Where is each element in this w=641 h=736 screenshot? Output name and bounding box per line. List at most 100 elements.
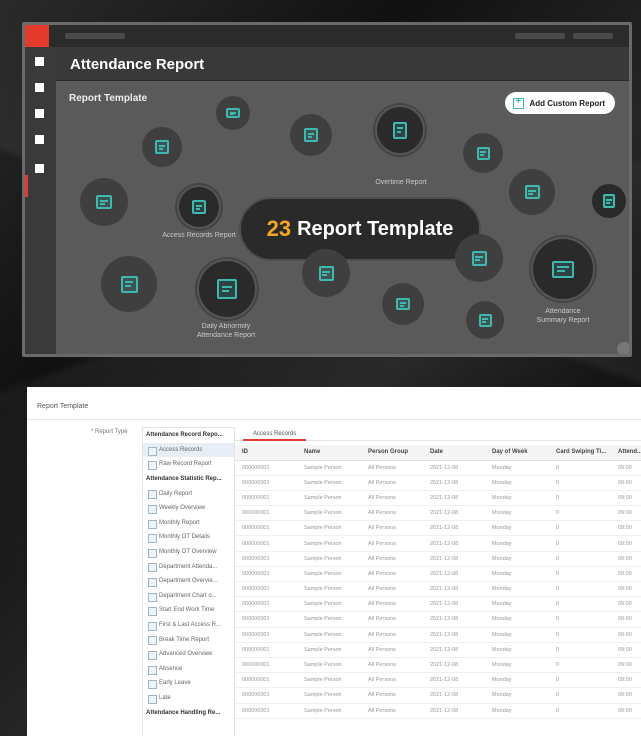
attendance-summary-report-bubble[interactable] bbox=[533, 239, 593, 299]
report-type-label: * Report Type bbox=[91, 429, 128, 435]
table-cell: Monday bbox=[485, 551, 549, 567]
report-template-bubble[interactable] bbox=[455, 234, 503, 282]
report-template-bubble[interactable] bbox=[80, 178, 128, 226]
nav-item-icon[interactable] bbox=[35, 57, 44, 66]
table-cell: 000000001 bbox=[235, 581, 297, 598]
report-template-bubble[interactable] bbox=[463, 133, 503, 173]
tree-item[interactable]: Monthly Report bbox=[143, 516, 234, 531]
tree-group[interactable]: Attendance Handling Re... bbox=[143, 705, 234, 720]
table-cell: Sample Person bbox=[297, 520, 361, 537]
table-cell: 0 bbox=[549, 520, 611, 537]
nav-item-icon[interactable] bbox=[35, 135, 44, 144]
table-cell: Monday bbox=[485, 581, 549, 598]
table-cell: 2021-12-08 bbox=[423, 657, 485, 674]
tree-item[interactable]: Late bbox=[143, 691, 234, 706]
table-cell: Sample Person bbox=[297, 657, 361, 674]
table-cell: 2021-12-08 bbox=[423, 551, 485, 567]
access-records-icon bbox=[192, 200, 206, 214]
table-cell: 000000001 bbox=[235, 672, 297, 689]
table-cell: Monday bbox=[485, 596, 549, 613]
table-cell: Monday bbox=[485, 566, 549, 583]
report-template-bubble[interactable] bbox=[216, 96, 250, 130]
report-template-bubble[interactable] bbox=[142, 127, 182, 167]
tree-item[interactable]: Daily Report bbox=[143, 486, 234, 501]
table-cell: All Persons bbox=[361, 490, 423, 507]
tree-item[interactable]: Absence bbox=[143, 662, 234, 677]
page-header: Attendance Report bbox=[56, 47, 629, 81]
table-cell: 0 bbox=[549, 672, 611, 689]
table-cell: 0 bbox=[549, 657, 611, 674]
report-template-bubble[interactable] bbox=[592, 184, 626, 218]
table-cell: Monday bbox=[485, 611, 549, 628]
table-cell: 2021-12-08 bbox=[423, 642, 485, 658]
tree-group[interactable]: Attendance Statistic Rep... bbox=[143, 472, 234, 487]
report-template-bubble[interactable] bbox=[382, 283, 424, 325]
table-row: 000000001 Sample Person All Persons 2021-12… bbox=[235, 611, 641, 628]
column-header[interactable]: ID bbox=[235, 445, 297, 461]
tree-item[interactable]: Break Time Report bbox=[143, 632, 234, 647]
tree-item[interactable]: Raw Record Report bbox=[143, 457, 234, 472]
app-logo bbox=[25, 25, 49, 47]
nav-item-icon[interactable] bbox=[35, 83, 44, 92]
column-header[interactable]: Person Group bbox=[361, 445, 423, 461]
daily-abnormity-report-bubble[interactable] bbox=[199, 261, 255, 317]
window-titlebar bbox=[25, 25, 629, 47]
tree-item[interactable]: First & Last Access R... bbox=[143, 618, 234, 633]
column-header[interactable]: Attend... bbox=[611, 445, 641, 461]
tree-item[interactable]: Advanced Overview bbox=[143, 647, 234, 662]
column-header[interactable]: Date bbox=[423, 445, 485, 461]
report-template-canvas: Report Template Add Custom Report Overti… bbox=[56, 81, 629, 354]
add-custom-report-button[interactable]: Add Custom Report bbox=[505, 92, 615, 114]
table-cell: 0 bbox=[549, 460, 611, 476]
table-cell: 2021-12-08 bbox=[423, 490, 485, 507]
table-cell: 2021-12-08 bbox=[423, 627, 485, 643]
table-cell: Monday bbox=[485, 505, 549, 522]
tree-item[interactable]: Department Chart o... bbox=[143, 589, 234, 604]
report-icon bbox=[524, 185, 540, 199]
tree-item[interactable]: Monthly OT Details bbox=[143, 530, 234, 545]
table-cell: 0 bbox=[549, 551, 611, 567]
report-template-bubble[interactable] bbox=[509, 169, 555, 215]
pane-title: Report Template bbox=[37, 403, 89, 410]
table-cell: 2021-12-08 bbox=[423, 703, 485, 719]
tree-item[interactable]: Monthly OT Overview bbox=[143, 545, 234, 560]
nav-active-marker bbox=[25, 175, 28, 197]
tree-item[interactable]: Start End Work Time bbox=[143, 603, 234, 618]
tree-group[interactable]: Attendance Record Repo... bbox=[143, 428, 234, 443]
table-row: 000000001 Sample Person All Persons 2021-12… bbox=[235, 535, 641, 552]
tree-item[interactable]: Department Attenda... bbox=[143, 559, 234, 574]
tree-item[interactable]: Access Records bbox=[143, 442, 234, 458]
add-custom-report-label: Add Custom Report bbox=[529, 98, 605, 108]
table-cell: Monday bbox=[485, 475, 549, 491]
tree-item[interactable]: Early Leave bbox=[143, 676, 234, 691]
access-records-report-bubble[interactable] bbox=[179, 187, 219, 227]
table-cell: All Persons bbox=[361, 687, 423, 704]
nav-item-icon[interactable] bbox=[35, 109, 44, 118]
tree-item[interactable]: Weekly Overview bbox=[143, 501, 234, 516]
table-cell: Sample Person bbox=[297, 642, 361, 658]
nav-item-icon[interactable] bbox=[35, 164, 44, 173]
table-cell: Sample Person bbox=[297, 460, 361, 476]
table-cell: All Persons bbox=[361, 535, 423, 552]
table-cell: All Persons bbox=[361, 475, 423, 491]
resize-handle[interactable] bbox=[617, 342, 629, 354]
table-cell: 09:00 bbox=[611, 505, 641, 522]
report-template-bubble[interactable] bbox=[302, 249, 350, 297]
tree-item[interactable]: Department Overvie... bbox=[143, 574, 234, 589]
report-template-bubble[interactable] bbox=[290, 114, 332, 156]
tab-access-records[interactable]: Access Records bbox=[243, 427, 307, 441]
titlebar-placeholder bbox=[515, 33, 565, 39]
column-header[interactable]: Name bbox=[297, 445, 361, 461]
column-header[interactable]: Card Swiping Ti... bbox=[549, 445, 611, 461]
table-cell: 2021-12-08 bbox=[423, 596, 485, 613]
table-row: 000000001 Sample Person All Persons 2021-12… bbox=[235, 490, 641, 507]
report-template-bubble[interactable] bbox=[466, 301, 504, 339]
report-template-bubble[interactable] bbox=[101, 256, 157, 312]
table-cell: 0 bbox=[549, 505, 611, 522]
template-count-label: Report Template bbox=[297, 217, 454, 240]
overtime-report-bubble[interactable] bbox=[377, 107, 423, 153]
table-cell: 000000001 bbox=[235, 566, 297, 583]
table-header-row: ID Name Person Group Date Day of Week Card Sw… bbox=[235, 445, 641, 461]
column-header[interactable]: Day of Week bbox=[485, 445, 549, 461]
table-cell: 09:00 bbox=[611, 535, 641, 552]
